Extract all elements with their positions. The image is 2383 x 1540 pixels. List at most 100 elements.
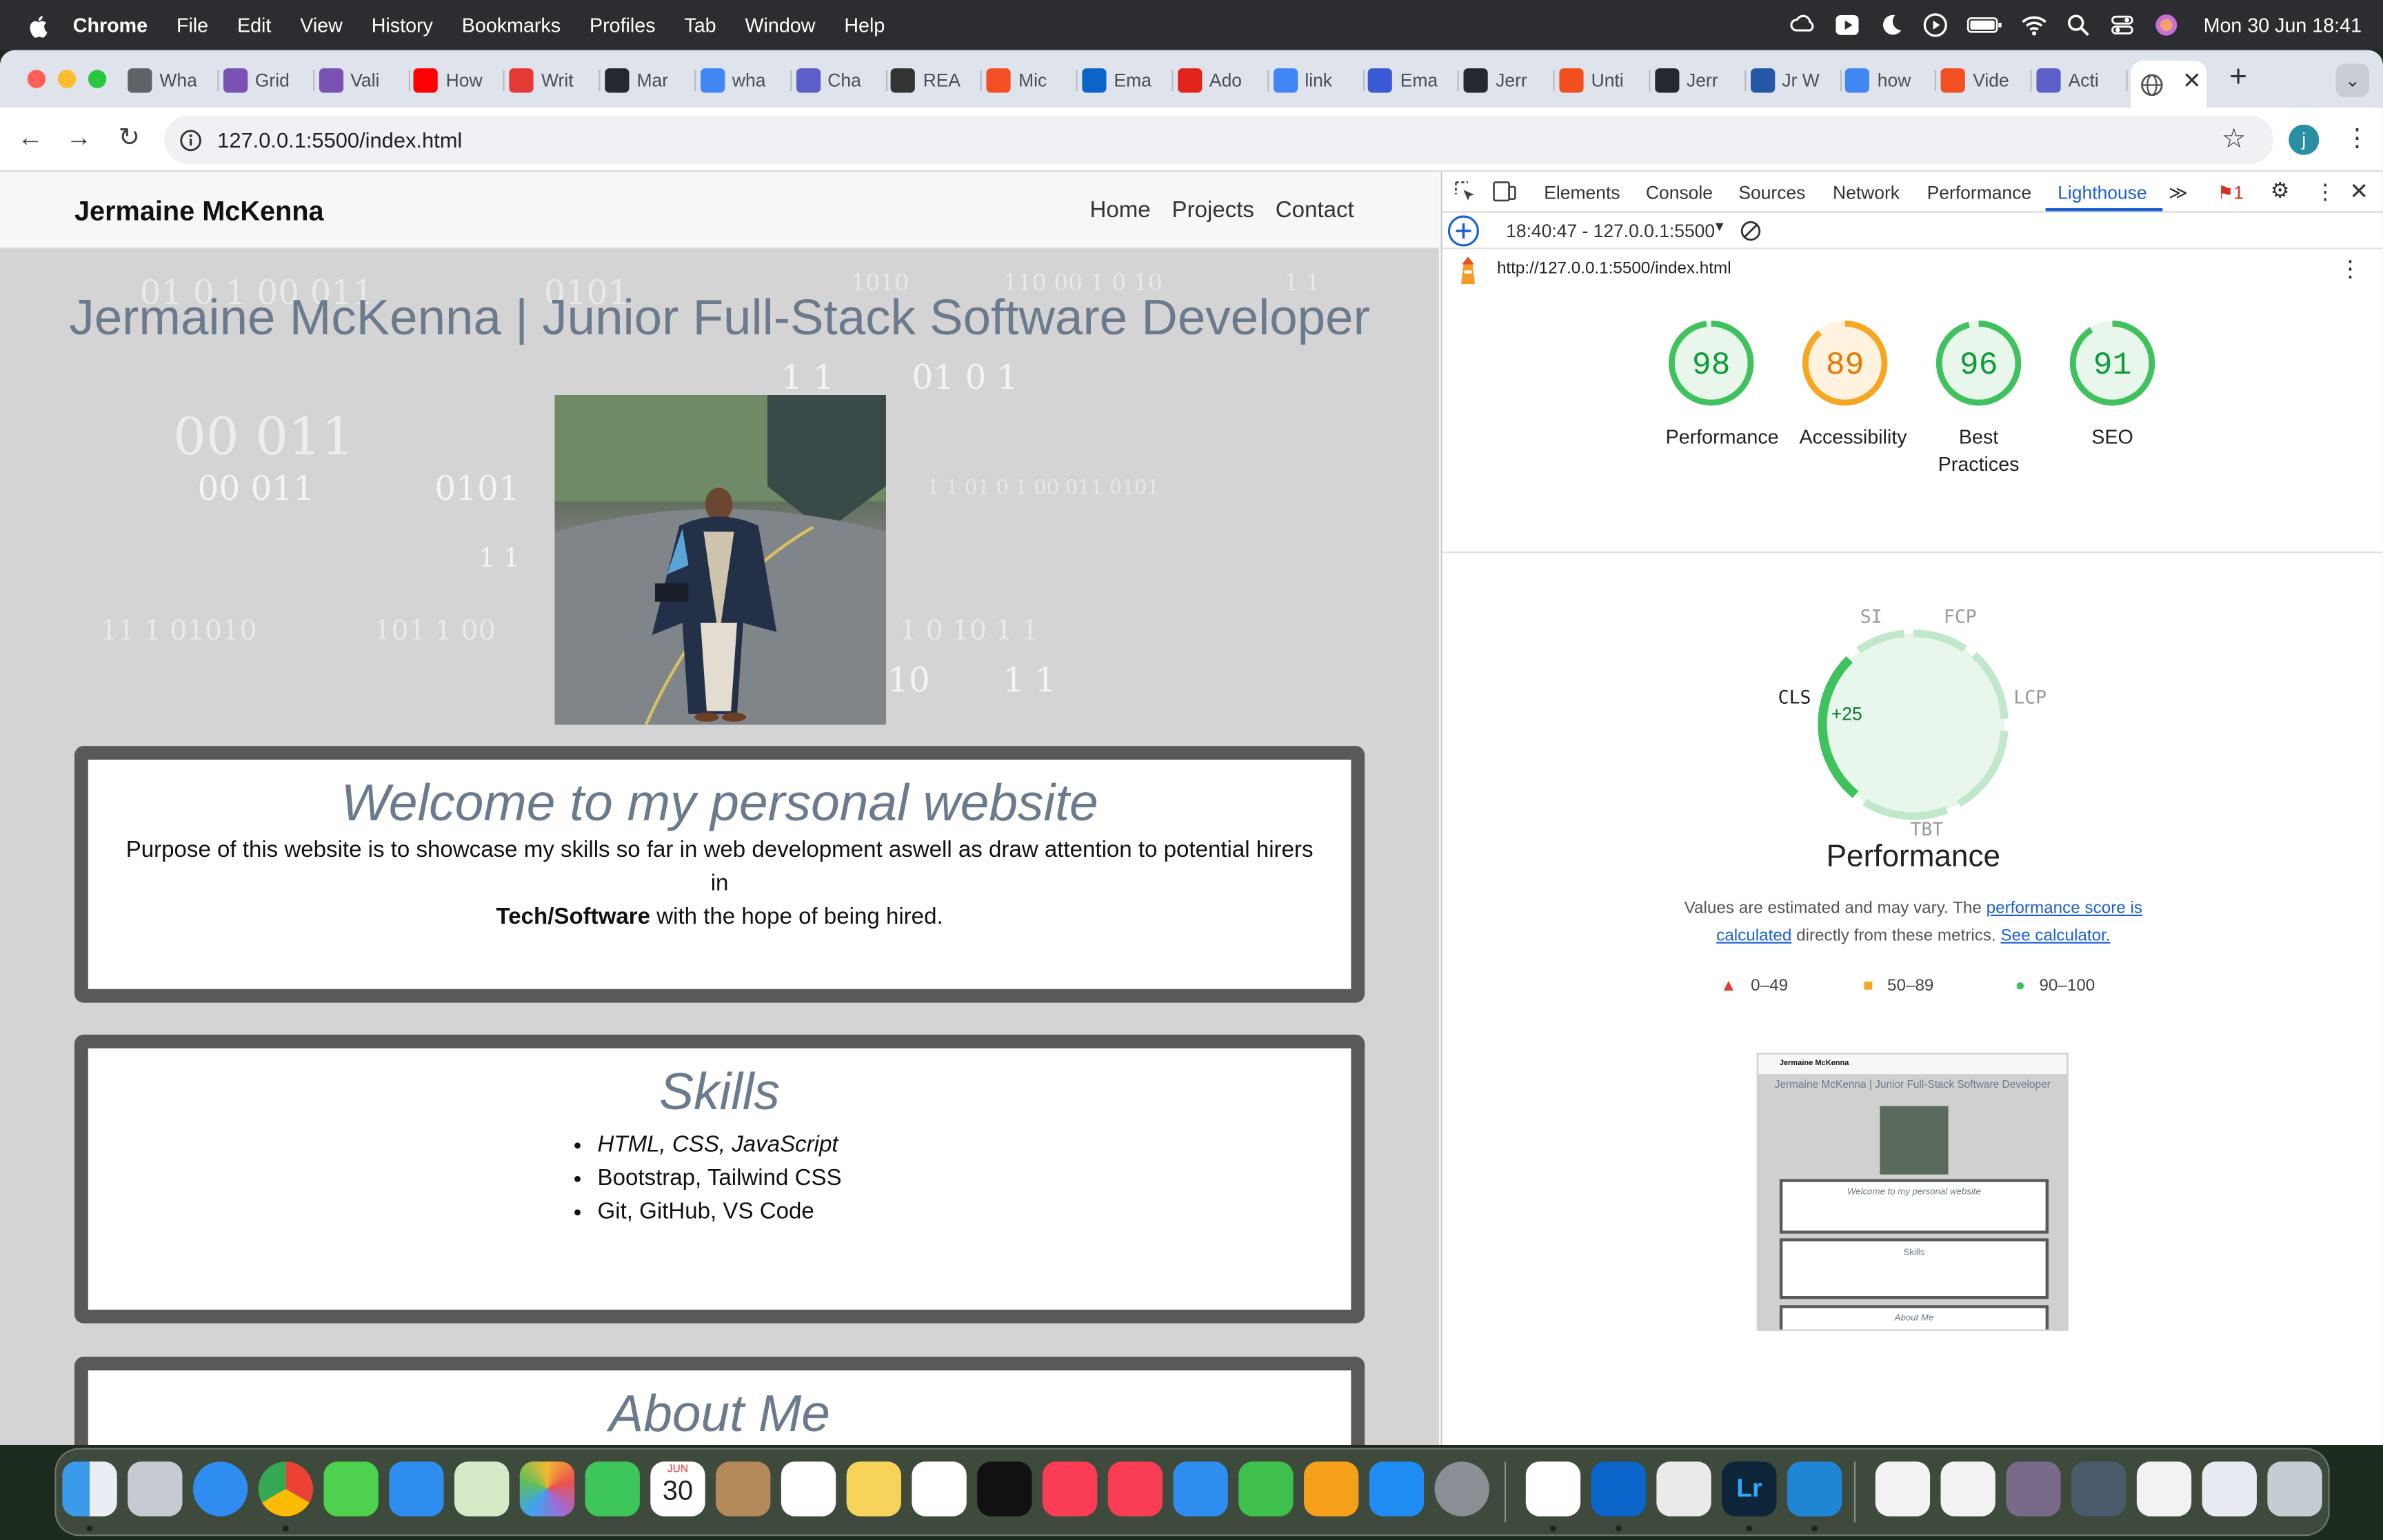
tab-close-icon[interactable]: ✕ (2182, 67, 2202, 94)
keynote-icon[interactable] (1173, 1461, 1228, 1517)
menu-tab[interactable]: Tab (684, 14, 716, 37)
browser-tab[interactable]: how (1845, 61, 1937, 100)
device-toolbar-icon[interactable] (1492, 181, 1516, 202)
browser-tab[interactable]: Grid (223, 61, 314, 100)
site-brand[interactable]: Jermaine McKenna (74, 196, 324, 227)
recent-document-thumbnail[interactable] (1875, 1461, 1931, 1517)
app-store-icon[interactable] (1369, 1461, 1425, 1517)
devtools-tab-performance[interactable]: Performance (1927, 182, 2031, 203)
chrome-menu-icon[interactable]: ⋮ (2345, 123, 2369, 154)
contacts-icon[interactable] (716, 1461, 771, 1517)
nav-contact-link[interactable]: Contact (1276, 198, 1354, 223)
outlook-dock-icon[interactable] (1591, 1461, 1646, 1517)
numbers-icon[interactable] (1238, 1461, 1294, 1517)
browser-tab[interactable]: Ema (1368, 61, 1460, 100)
report-dropdown-icon[interactable]: ▼ (1713, 219, 1727, 234)
browser-tab[interactable]: Jr W (1750, 61, 1842, 100)
score-gauge[interactable]: 89 Accessibility (1800, 318, 1907, 452)
browser-tab[interactable]: Mic (986, 61, 1078, 100)
nav-home-link[interactable]: Home (1089, 198, 1150, 223)
browser-tab[interactable]: Jerr (1463, 61, 1556, 100)
messages-icon[interactable] (323, 1461, 379, 1517)
metric-si-label[interactable]: SI (1860, 606, 1882, 627)
browser-tab[interactable]: Ado (1177, 61, 1269, 100)
menu-help[interactable]: Help (844, 14, 885, 37)
battery-icon[interactable] (1967, 12, 2003, 38)
devtools-menu-icon[interactable]: ⋮ (2315, 179, 2336, 205)
browser-tab[interactable]: Acti (2036, 61, 2128, 100)
bookmark-star-icon[interactable]: ☆ (2222, 123, 2246, 155)
wifi-icon[interactable] (2021, 12, 2047, 38)
browser-tab[interactable]: Vide (1940, 61, 2033, 100)
safari-icon[interactable] (192, 1461, 248, 1517)
profile-avatar[interactable]: j (2289, 124, 2320, 155)
site-info-icon[interactable] (179, 128, 202, 151)
page-screenshot-thumbnail[interactable]: Jermaine McKenna Jermaine McKenna | Juni… (1756, 1053, 2069, 1331)
metric-tbt-label[interactable]: TBT (1910, 819, 1943, 840)
recent-document-thumbnail[interactable] (2006, 1461, 2061, 1517)
vscode-icon[interactable] (1787, 1461, 1842, 1517)
browser-tab[interactable]: Unti (1559, 61, 1651, 100)
new-tab-button[interactable]: + (2229, 61, 2247, 96)
reload-button[interactable]: ↻ (116, 124, 143, 152)
youtube-status-icon[interactable] (1834, 12, 1860, 38)
devtools-tab-lighthouse[interactable]: Lighthouse (2058, 182, 2146, 203)
more-tabs-icon[interactable]: ≫ (2169, 182, 2188, 203)
menu-app-name[interactable]: Chrome (73, 14, 148, 37)
media-player-icon[interactable] (1656, 1461, 1711, 1517)
audited-url[interactable]: http://127.0.0.1:5500/index.html (1497, 260, 1731, 278)
apple-menu-icon[interactable] (28, 13, 52, 37)
metric-fcp-label[interactable]: FCP (1944, 606, 1977, 627)
recent-document-thumbnail[interactable] (2071, 1461, 2126, 1517)
score-gauge[interactable]: 98 Performance (1666, 318, 1779, 452)
trash-icon[interactable] (2267, 1461, 2322, 1517)
menu-clock[interactable]: Mon 30 Jun 18:41 (2204, 14, 2362, 37)
browser-tab[interactable]: Writ (509, 61, 601, 100)
browser-tab[interactable]: Cha (796, 61, 887, 100)
lightroom-icon[interactable]: Lr (1722, 1461, 1777, 1517)
spotlight-search-icon[interactable] (2065, 12, 2091, 38)
browser-tab[interactable]: Vali (318, 61, 410, 100)
menu-profiles[interactable]: Profiles (590, 14, 656, 37)
report-selector[interactable]: 18:40:47 - 127.0.0.1:5500 (1506, 221, 1715, 242)
slack-icon[interactable] (1525, 1461, 1581, 1517)
mail-icon[interactable] (389, 1461, 444, 1517)
recent-document-thumbnail[interactable] (2136, 1461, 2192, 1517)
address-bar[interactable]: 127.0.0.1:5500/index.html ☆ (164, 115, 2274, 165)
window-close-button[interactable] (27, 70, 46, 88)
siri-icon[interactable] (2153, 12, 2179, 38)
maps-icon[interactable] (454, 1461, 510, 1517)
play-circle-icon[interactable] (1922, 12, 1948, 38)
devtools-tab-elements[interactable]: Elements (1544, 182, 1620, 203)
pages-icon[interactable] (1304, 1461, 1359, 1517)
url-text[interactable]: 127.0.0.1:5500/index.html (217, 128, 462, 152)
chrome-dock-icon[interactable] (258, 1461, 314, 1517)
browser-tab[interactable]: wha (700, 61, 792, 100)
see-calculator-link[interactable]: See calculator. (2000, 926, 2110, 944)
report-menu-icon[interactable]: ⋮ (2339, 255, 2362, 282)
browser-tab[interactable]: Jerr (1654, 61, 1746, 100)
new-report-plus-icon[interactable] (1447, 214, 1480, 247)
clear-reports-icon[interactable] (1740, 221, 1762, 242)
photos-icon[interactable] (519, 1461, 575, 1517)
finder-icon[interactable] (62, 1461, 117, 1517)
recent-document-thumbnail[interactable] (1940, 1461, 1995, 1517)
reminders-icon[interactable] (781, 1461, 836, 1517)
music-icon[interactable] (1042, 1461, 1098, 1517)
browser-tab[interactable]: How (414, 61, 505, 100)
menu-file[interactable]: File (177, 14, 208, 37)
facetime-icon[interactable] (585, 1461, 640, 1517)
score-gauge[interactable]: 91 SEO (2067, 318, 2158, 452)
devtools-tab-sources[interactable]: Sources (1738, 182, 1805, 203)
metric-cls-label[interactable]: CLS (1778, 687, 1811, 708)
close-devtools-icon[interactable]: ✕ (2349, 178, 2369, 205)
window-maximize-button[interactable] (88, 70, 107, 88)
notes-icon[interactable] (846, 1461, 901, 1517)
back-button[interactable]: ← (17, 124, 44, 152)
browser-tab[interactable]: link (1273, 61, 1365, 100)
inspect-element-icon[interactable] (1454, 181, 1476, 202)
browser-tab[interactable]: Wha (128, 61, 219, 100)
freeform-icon[interactable] (912, 1461, 967, 1517)
nav-projects-link[interactable]: Projects (1172, 198, 1254, 223)
recent-document-thumbnail[interactable] (2202, 1461, 2257, 1517)
